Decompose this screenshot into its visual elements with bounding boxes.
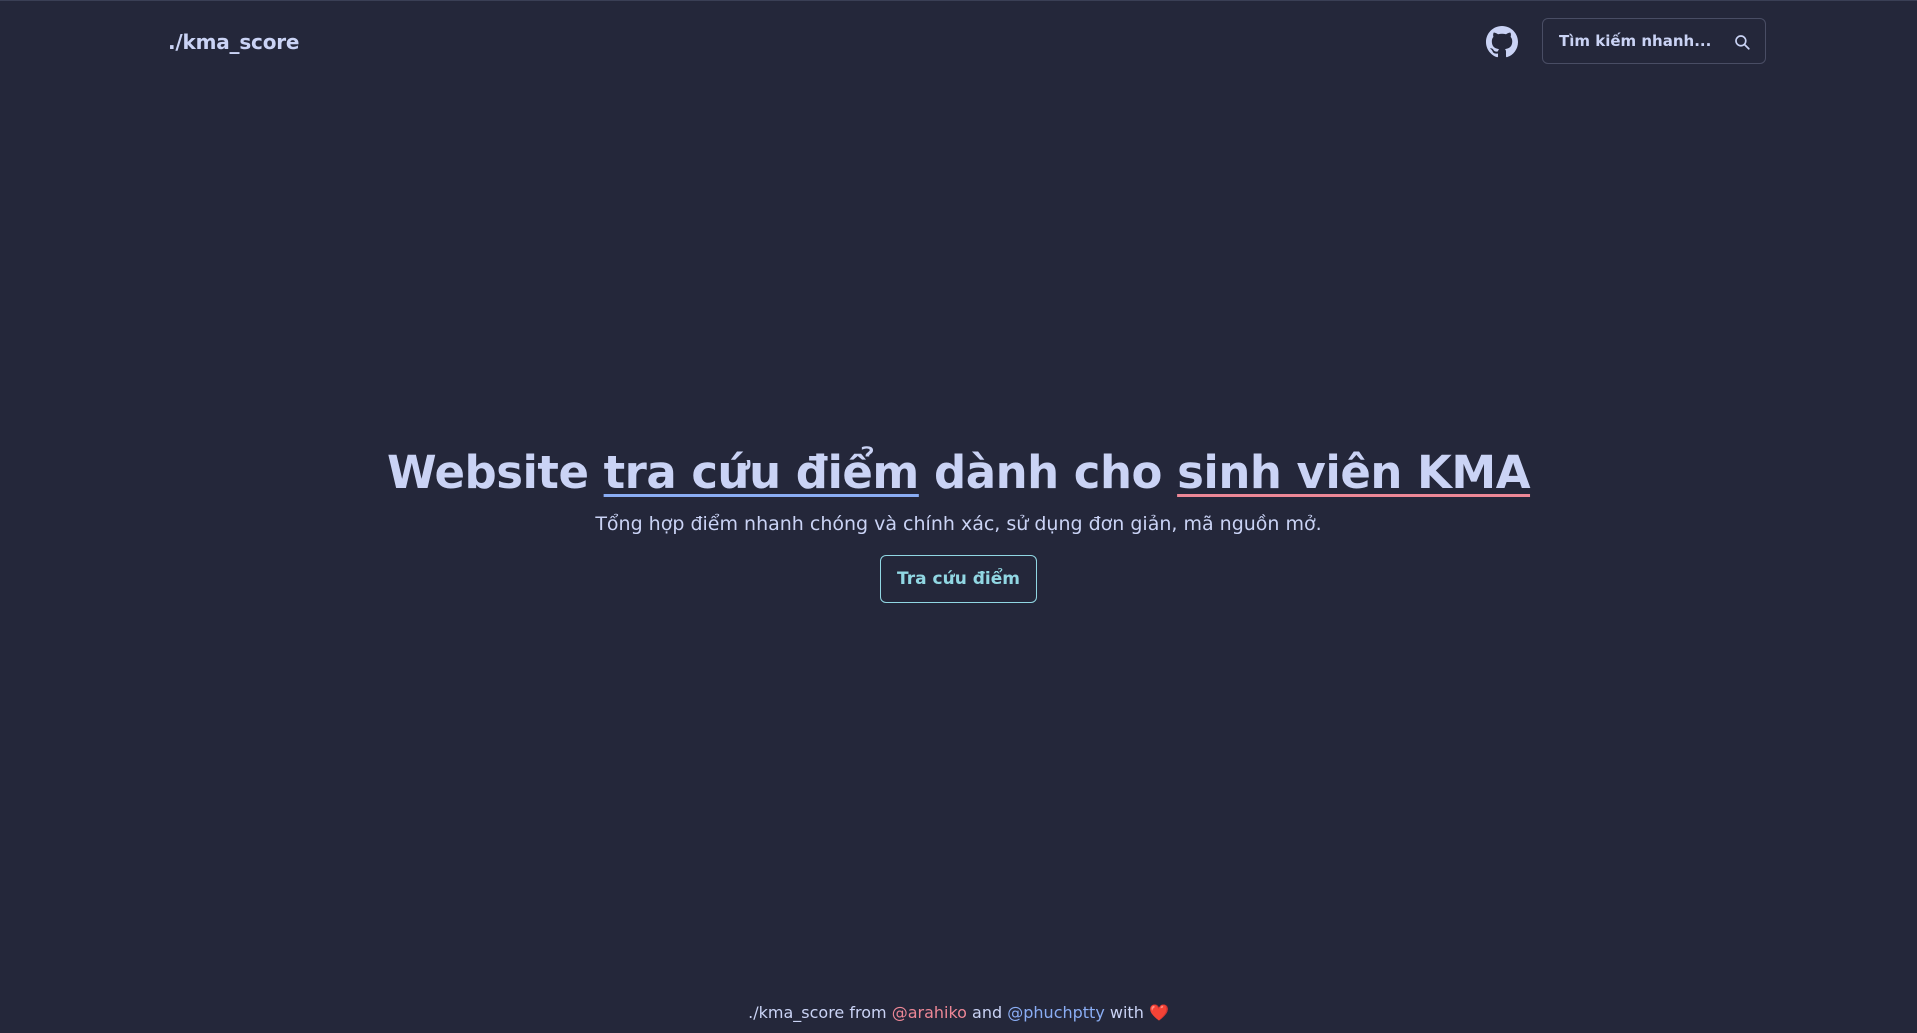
footer-from-text: from [849, 1003, 887, 1022]
footer-and-text: and [972, 1003, 1003, 1022]
author-link-arahiko[interactable]: @arahiko [892, 1003, 967, 1022]
hero-subtitle: Tổng hợp điểm nhanh chóng và chính xác, … [595, 513, 1322, 535]
search-icon [1735, 35, 1750, 50]
headline-text-2: dành cho [918, 446, 1178, 499]
page-title: Website tra cứu điểm dành cho sinh viên … [0, 446, 1917, 499]
heart-icon: ❤️ [1148, 1003, 1169, 1022]
footer-with-text: with [1109, 1003, 1144, 1022]
headline-text-1: Website [386, 446, 604, 499]
footer: ./kma_score from @arahiko and @phuchptty… [0, 1003, 1917, 1022]
github-icon[interactable] [1486, 26, 1518, 58]
hero-section: Website tra cứu điểm dành cho sinh viên … [0, 446, 1917, 603]
headline-highlight-kma-students: sinh viên KMA [1177, 446, 1531, 499]
score-lookup-button[interactable]: Tra cứu điểm [880, 555, 1037, 603]
author-link-phuchptty[interactable]: @phuchptty [1007, 1003, 1105, 1022]
quick-search-button[interactable]: Tìm kiếm nhanh... [1542, 18, 1766, 64]
brand-logo-link[interactable]: ./kma_score [168, 30, 299, 54]
search-label: Tìm kiếm nhanh... [1559, 32, 1712, 50]
headline-highlight-score-lookup: tra cứu điểm [603, 446, 920, 499]
top-navbar: ./kma_score Tìm kiếm nhanh... [0, 1, 1917, 83]
footer-brand: ./kma_score [748, 1003, 845, 1022]
